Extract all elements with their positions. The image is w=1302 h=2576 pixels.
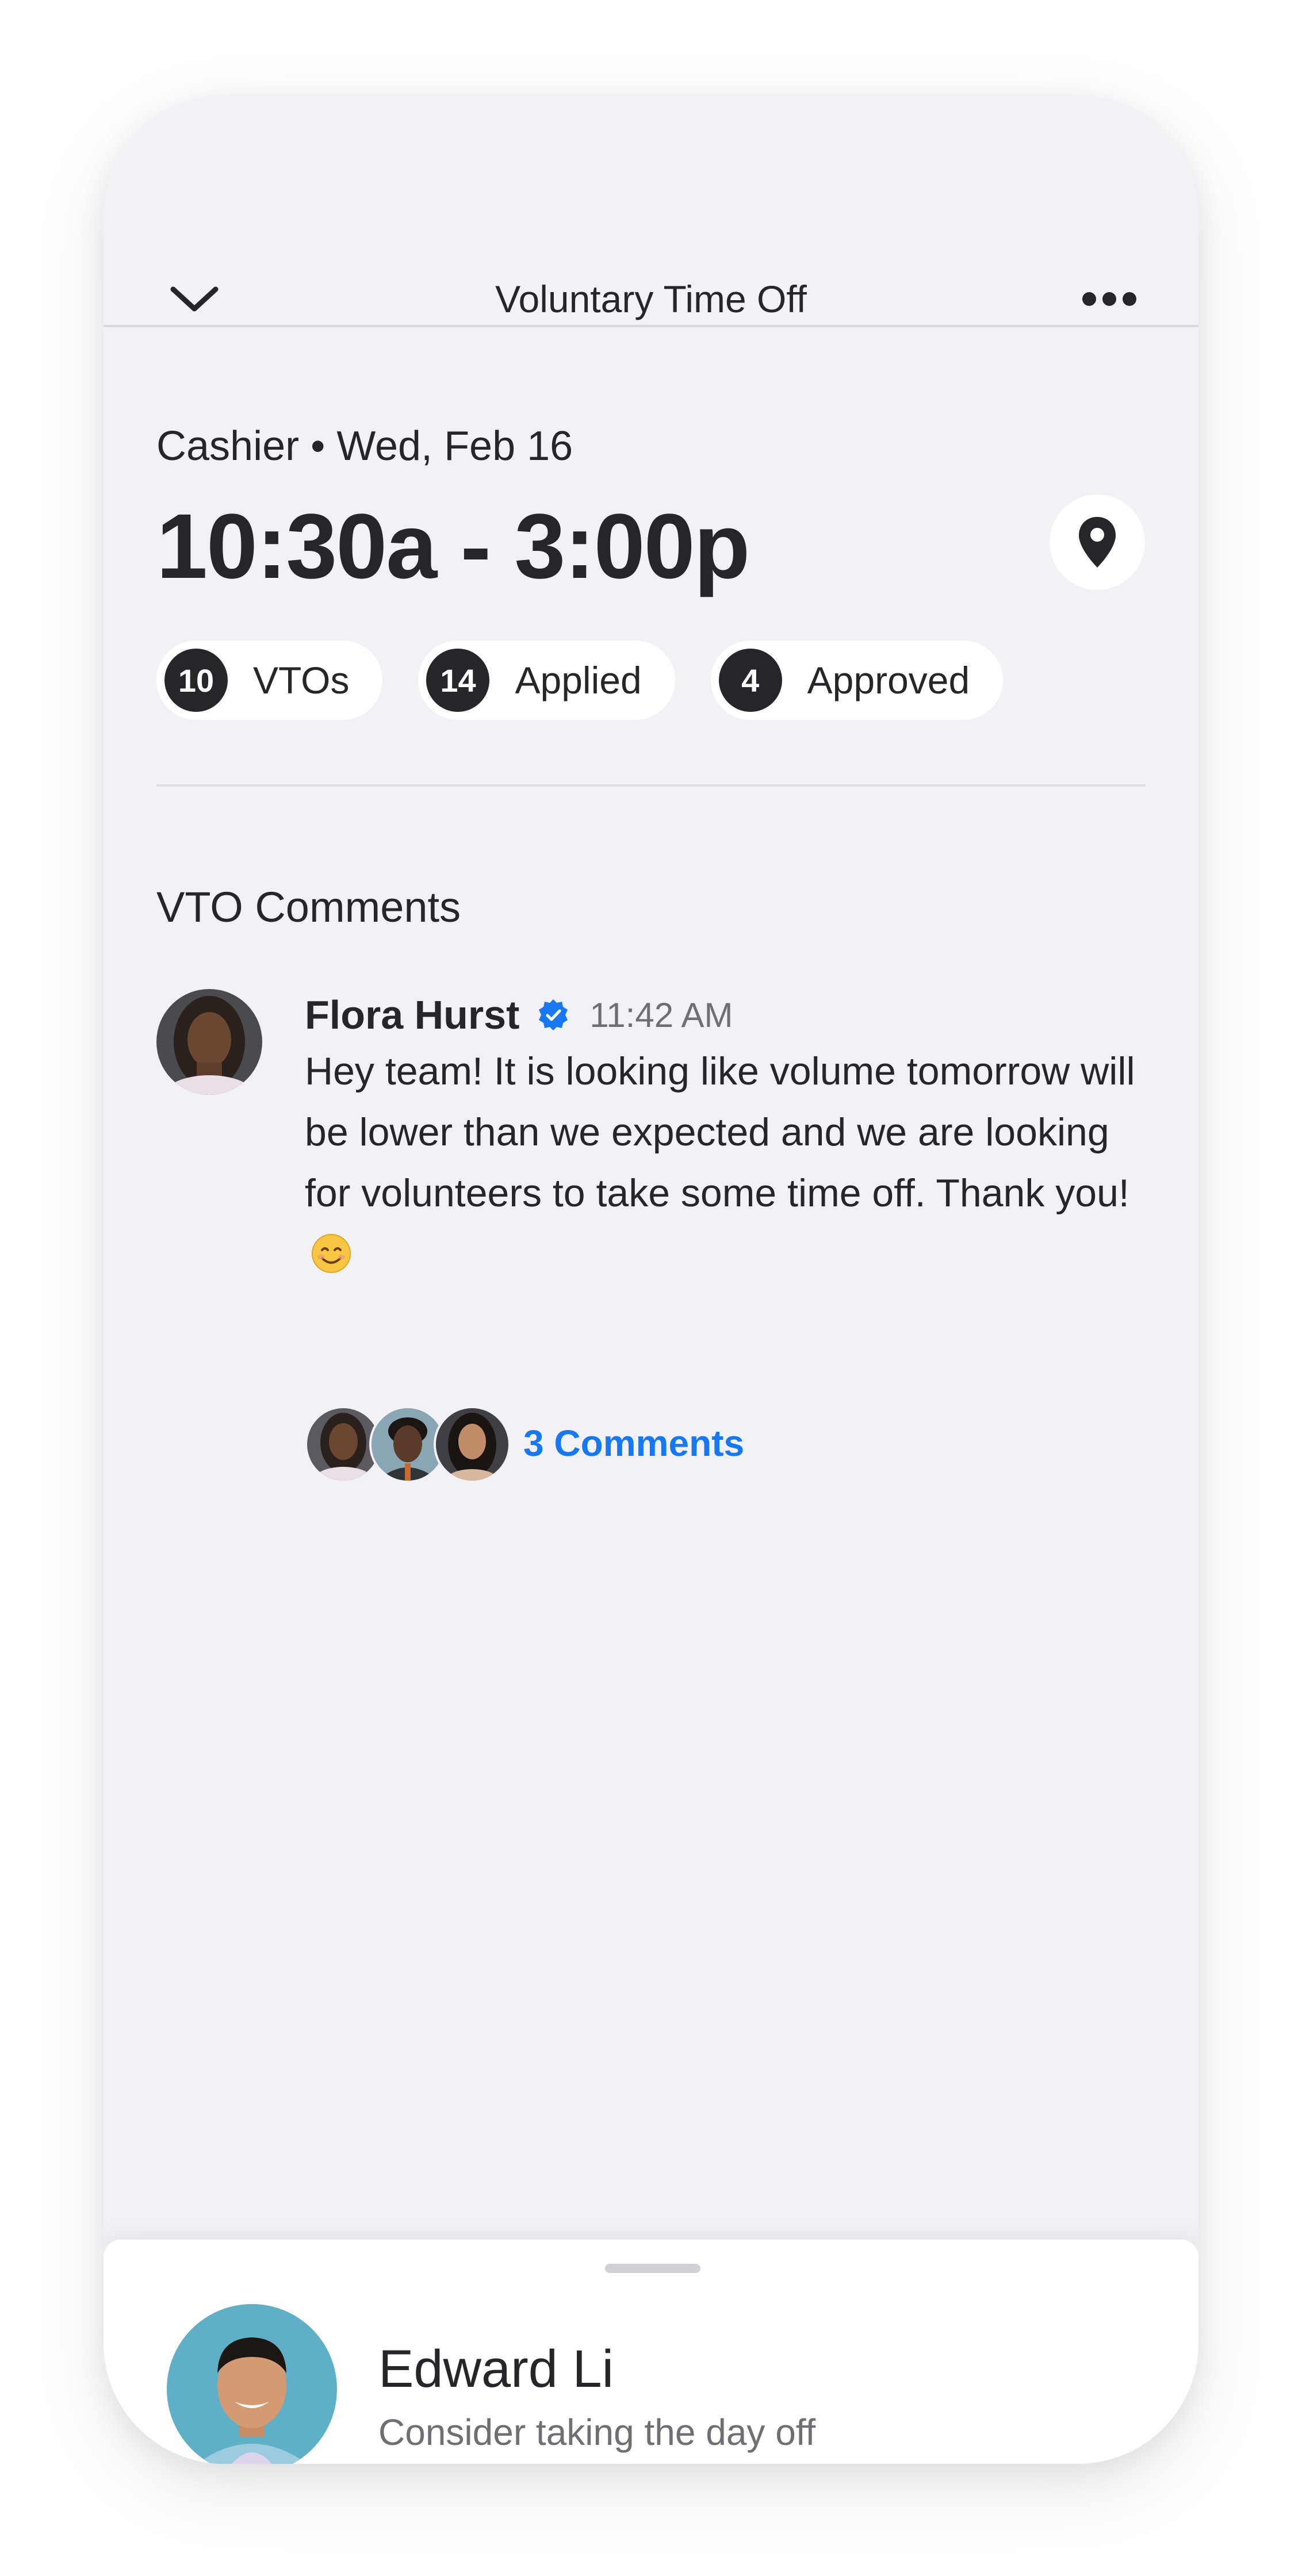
sheet-drag-handle[interactable]	[605, 2264, 700, 2273]
stat-count: 10	[164, 649, 228, 712]
stat-label: Approved	[807, 659, 970, 702]
location-button[interactable]	[1050, 494, 1145, 590]
comment-meta: Flora Hurst 11:42 AM	[305, 983, 1139, 1046]
notification-message: Consider taking the day off	[378, 2412, 816, 2453]
comment-replies[interactable]: 3 Comments	[305, 1406, 744, 1483]
phone-frame: Voluntary Time Off Cashier • Wed, Feb 16…	[104, 95, 1198, 2464]
shift-stats: 10 VTOs 14 Applied 4 Approved	[156, 641, 1004, 720]
comments-section-title: VTO Comments	[156, 883, 461, 931]
stat-count: 4	[718, 649, 782, 712]
stat-count: 14	[426, 649, 490, 712]
sender-name: Edward Li	[378, 2340, 614, 2398]
replier-avatars	[305, 1406, 512, 1483]
comments-count-link[interactable]: 3 Comments	[523, 1422, 744, 1465]
comment-text: Hey team! It is looking like volume tomo…	[305, 1049, 1135, 1215]
replier-avatar	[434, 1406, 511, 1483]
stat-approved: 4 Approved	[710, 641, 1004, 720]
bottom-sheet[interactable]: Edward Li Consider taking the day off	[104, 2240, 1198, 2464]
shift-time-range: 10:30a - 3:00p	[156, 494, 750, 597]
comment-author[interactable]: Flora Hurst	[305, 992, 519, 1038]
page-title: Voluntary Time Off	[495, 278, 807, 320]
smiling-face-emoji	[311, 1230, 352, 1273]
more-horizontal-icon	[1082, 292, 1136, 306]
sender-avatar	[167, 2304, 337, 2464]
app-header: Voluntary Time Off	[104, 273, 1198, 325]
header-divider	[104, 325, 1198, 327]
stat-label: Applied	[515, 659, 642, 702]
comment-body: Hey team! It is looking like volume tomo…	[305, 1041, 1139, 1285]
verified-badge-icon	[537, 998, 570, 1032]
author-avatar[interactable]	[156, 989, 262, 1095]
comment-timestamp: 11:42 AM	[589, 995, 733, 1034]
map-pin-icon	[1079, 517, 1116, 568]
section-divider	[156, 784, 1146, 787]
stat-vtos: 10 VTOs	[156, 641, 383, 720]
stat-applied: 14 Applied	[418, 641, 675, 720]
more-options-button[interactable]	[1075, 273, 1144, 325]
shift-role-date: Cashier • Wed, Feb 16	[156, 423, 573, 469]
stat-label: VTOs	[253, 659, 350, 702]
comment-item: Flora Hurst 11:42 AM Hey team! It is loo…	[305, 983, 1139, 1285]
